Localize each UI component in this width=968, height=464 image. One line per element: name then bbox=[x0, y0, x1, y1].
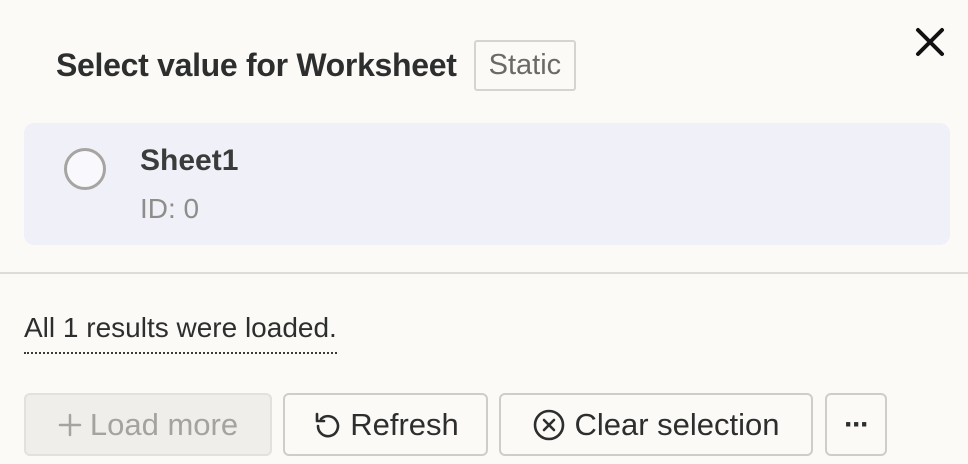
select-value-panel: Select value for Worksheet Static Sheet1… bbox=[0, 0, 968, 464]
clear-selection-button[interactable]: Clear selection bbox=[499, 393, 813, 456]
more-options-button[interactable]: ··· bbox=[825, 393, 887, 456]
load-more-button[interactable]: Load more bbox=[24, 393, 272, 456]
panel-title: Select value for Worksheet bbox=[56, 46, 457, 83]
more-dots-icon: ··· bbox=[844, 407, 870, 441]
refresh-button[interactable]: Refresh bbox=[283, 393, 488, 456]
static-badge: Static bbox=[473, 39, 577, 91]
option-id: ID: 0 bbox=[140, 193, 200, 224]
results-status: All 1 results were loaded. bbox=[24, 312, 337, 354]
option-radio[interactable] bbox=[64, 148, 106, 190]
option-sheet1[interactable]: Sheet1 ID: 0 bbox=[24, 123, 950, 245]
load-more-label: Load more bbox=[89, 406, 239, 442]
option-title: Sheet1 bbox=[140, 144, 239, 177]
close-icon bbox=[916, 28, 944, 56]
divider bbox=[0, 272, 968, 274]
refresh-label: Refresh bbox=[350, 406, 459, 442]
close-button[interactable] bbox=[908, 22, 952, 62]
panel-header: Select value for Worksheet Static bbox=[56, 39, 577, 91]
refresh-icon bbox=[312, 410, 342, 440]
clear-selection-label: Clear selection bbox=[574, 406, 780, 442]
clear-circle-x-icon bbox=[532, 408, 566, 442]
plus-icon bbox=[58, 413, 82, 437]
